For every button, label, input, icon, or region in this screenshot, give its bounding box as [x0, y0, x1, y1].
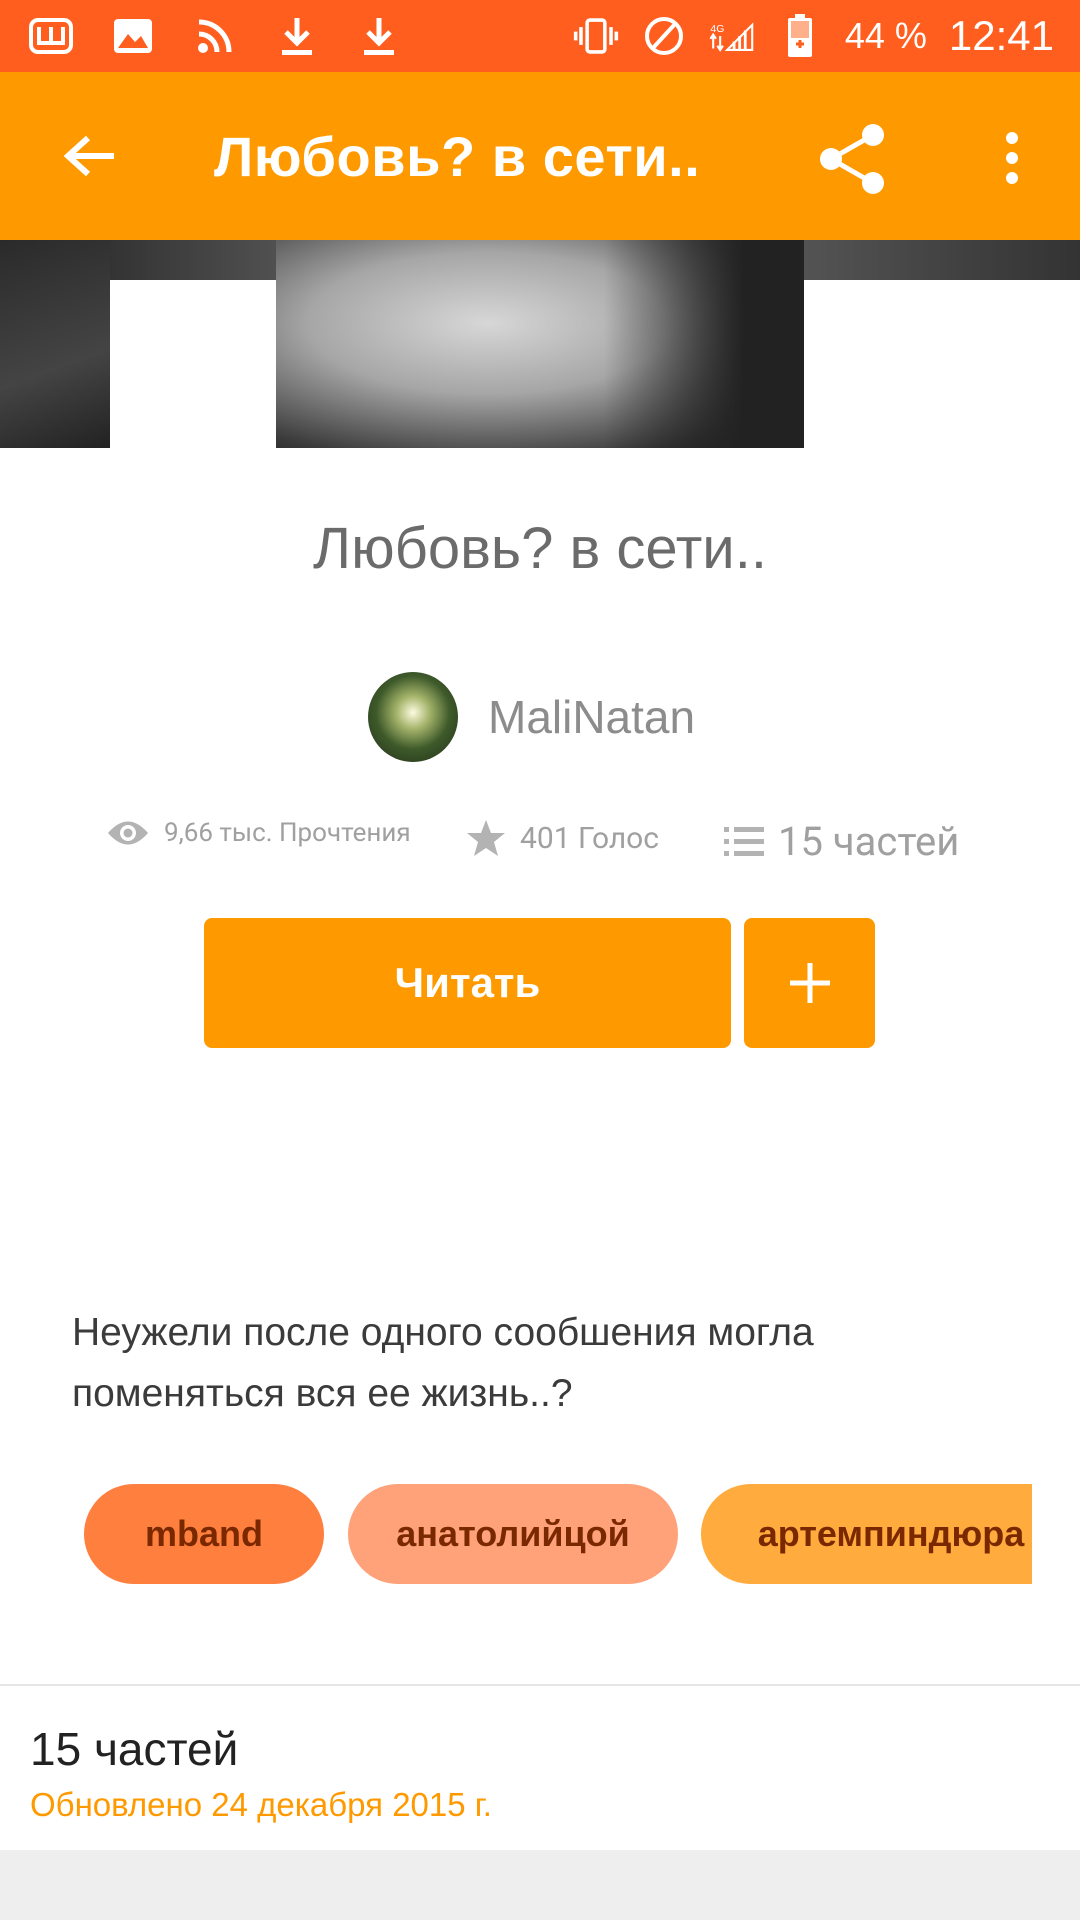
parts-stat: 15 частей [724, 818, 959, 865]
add-to-library-button[interactable] [744, 918, 875, 1048]
tag-chip[interactable]: анатолийцой [348, 1484, 678, 1584]
share-button[interactable] [808, 114, 898, 204]
author-avatar[interactable] [368, 672, 458, 762]
notification-icons [28, 12, 402, 60]
author-name[interactable]: MaliNatan [488, 690, 695, 744]
app-bar-title: Любовь? в сети.. [214, 125, 701, 188]
tag-chip[interactable]: mband [84, 1484, 324, 1584]
prev-cover-image[interactable] [0, 240, 110, 448]
system-icons: 4G 44 % 12:41 [573, 12, 1054, 60]
reads-count: 9,66 тыс. Прочтения [164, 818, 411, 848]
battery-icon [777, 13, 823, 59]
bottom-area [0, 1850, 1080, 1920]
story-stats: 9,66 тыс. Прочтения 401 Голос 15 частей [106, 818, 1006, 874]
eye-icon [108, 821, 148, 845]
list-icon [724, 826, 764, 856]
battery-percent: 44 % [844, 15, 927, 56]
download-icon [356, 13, 402, 59]
more-vertical-icon [1006, 132, 1018, 184]
star-icon [467, 820, 505, 856]
plus-icon [789, 963, 830, 1003]
signal-icon: 4G [709, 13, 755, 59]
clock: 12:41 [948, 12, 1054, 59]
back-button[interactable] [52, 118, 128, 194]
read-button[interactable]: Читать [204, 918, 731, 1048]
do-not-disturb-icon [641, 13, 687, 59]
parts-count: 15 частей [778, 818, 960, 865]
svg-text:4G: 4G [710, 24, 724, 35]
story-description: Неужели после одного сообшения могла пом… [72, 1311, 814, 1415]
wattpad-notification-icon [28, 13, 74, 59]
vibrate-icon [573, 13, 619, 59]
votes-stat: 401 Голос [466, 818, 659, 858]
arrow-left-icon [64, 135, 114, 177]
tag-list[interactable]: mband анатолийцой артемпиндюра [84, 1484, 1032, 1584]
story-cover-image[interactable] [276, 240, 804, 448]
status-bar: 4G 44 % 12:41 [0, 0, 1080, 72]
app-bar: Любовь? в сети.. [0, 72, 1080, 240]
parts-section-count: 15 частей [30, 1723, 239, 1775]
author-link[interactable]: MaliNatan [368, 672, 695, 762]
story-title: Любовь? в сети.. [313, 516, 767, 581]
reads-stat: 9,66 тыс. Прочтения [106, 818, 411, 848]
votes-count: 401 Голос [520, 820, 659, 856]
tag-chip[interactable]: артемпиндюра [701, 1484, 1032, 1584]
more-options-button[interactable] [982, 118, 1042, 198]
parts-section[interactable]: 15 частей Обновлено 24 декабря 2015 г. [0, 1686, 1080, 1850]
cover-carousel[interactable] [0, 240, 1080, 448]
rss-icon [192, 13, 238, 59]
updated-date: Обновлено 24 декабря 2015 г. [30, 1786, 492, 1823]
download-icon [274, 13, 320, 59]
share-icon [820, 124, 884, 194]
image-icon [110, 13, 156, 59]
